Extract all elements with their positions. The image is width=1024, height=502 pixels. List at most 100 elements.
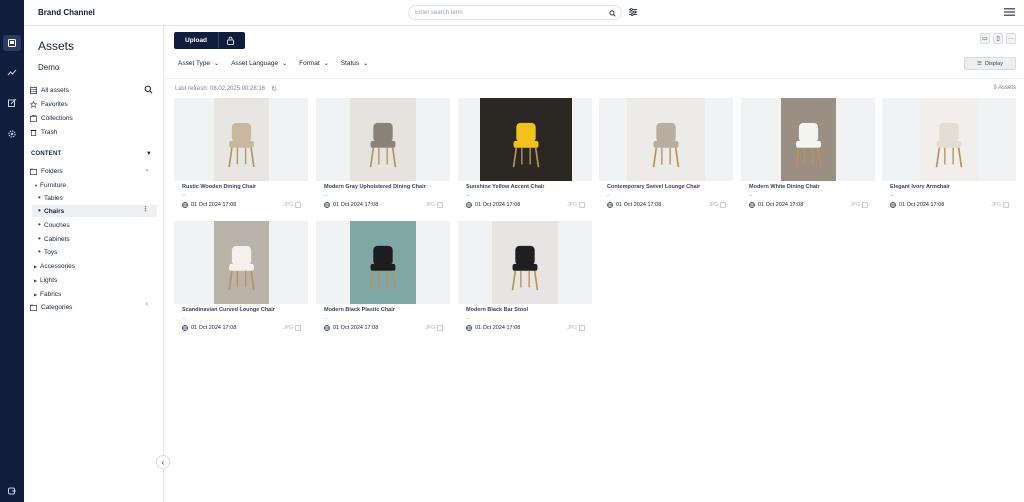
asset-count: 9 Assets — [993, 85, 1016, 91]
filter-settings-icon[interactable] — [628, 7, 640, 19]
asset-card[interactable]: Rustic Wooden Dining Chair -- 01 Oct 2024 … — [174, 98, 308, 209]
asset-thumbnail[interactable] — [882, 98, 1016, 181]
refresh-icon[interactable]: ↻ — [271, 85, 277, 93]
asset-card[interactable]: Contemporary Swivel Lounge Chair -- 01 Oct… — [599, 98, 733, 209]
asset-title[interactable]: Modern Black Bar Stool — [466, 307, 592, 313]
nav-favorites[interactable]: Favorites — [30, 98, 158, 110]
preview-icon[interactable] — [579, 325, 585, 331]
asset-title[interactable]: Scandinavian Curved Lounge Chair — [182, 307, 308, 313]
tree-couches[interactable]: • Couches — [38, 219, 158, 231]
analytics-icon[interactable] — [6, 67, 18, 79]
move-folder-button[interactable]: ▭ — [980, 33, 990, 44]
filter-status[interactable]: Status ⌄ — [341, 60, 368, 67]
asset-card[interactable]: Modern Gray Upholstered Dining Chair -- 01… — [316, 98, 450, 209]
tree-folders[interactable]: Folders ⌄ — [30, 165, 158, 177]
asset-image — [781, 98, 836, 181]
more-actions-button[interactable]: ··· — [1006, 33, 1016, 44]
asset-thumbnail[interactable] — [458, 221, 592, 304]
asset-card[interactable]: Sunshine Yellow Accent Chair -- 01 Oct 202… — [458, 98, 592, 209]
preview-icon[interactable] — [579, 202, 585, 208]
search-input[interactable] — [415, 7, 605, 18]
asset-title[interactable]: Rustic Wooden Dining Chair — [182, 184, 308, 190]
asset-format: JPG — [425, 325, 435, 331]
filter-format[interactable]: Format ⌄ — [299, 60, 329, 67]
edit-icon[interactable] — [6, 97, 18, 109]
tree-cabinets[interactable]: • Cabinets — [38, 233, 158, 245]
tree-furniture[interactable]: ▼ Furniture — [34, 179, 158, 191]
assets-nav-icon[interactable] — [3, 35, 21, 51]
chair-icon — [228, 123, 255, 168]
search-icon[interactable] — [607, 8, 617, 18]
preview-icon[interactable] — [437, 202, 443, 208]
preview-icon[interactable] — [1003, 202, 1009, 208]
asset-title[interactable]: Sunshine Yellow Accent Chair — [466, 184, 592, 190]
content-section-header[interactable]: CONTENT ▼ — [31, 151, 156, 161]
asset-thumbnail[interactable] — [316, 98, 450, 181]
folder-icon — [30, 304, 37, 311]
tree-label: Tables — [44, 194, 63, 202]
more-options-icon[interactable]: ⋮ — [142, 205, 149, 213]
filter-asset-language[interactable]: Asset Language ⌄ — [231, 60, 287, 67]
tree-fabrics[interactable]: ▶ Fabrics — [34, 288, 158, 300]
preview-icon[interactable] — [437, 325, 443, 331]
asset-thumbnail[interactable] — [316, 221, 450, 304]
tree-label: Folders — [41, 167, 63, 175]
display-label: Display — [984, 60, 1003, 67]
asset-thumbnail[interactable] — [174, 221, 308, 304]
display-button[interactable]: ☰ Display — [964, 57, 1016, 70]
asset-title[interactable]: Modern Gray Upholstered Dining Chair — [324, 184, 450, 190]
nav-label: Trash — [41, 128, 58, 136]
preview-icon[interactable] — [720, 202, 726, 208]
globe-icon — [607, 202, 613, 208]
asset-thumbnail[interactable] — [599, 98, 733, 181]
asset-meta: 01 Oct 2024 17:08 — [182, 202, 236, 208]
nav-collections[interactable]: Collections — [30, 112, 158, 124]
list-settings-icon: ☰ — [977, 60, 982, 67]
tree-toys[interactable]: • Toys — [38, 246, 158, 258]
tree-chairs[interactable]: • Chairs ⋮ — [32, 205, 157, 217]
logout-icon[interactable] — [6, 485, 18, 497]
asset-thumbnail[interactable] — [458, 98, 592, 181]
asset-thumbnail[interactable] — [741, 98, 875, 181]
asset-title[interactable]: Modern White Dining Chair — [749, 184, 875, 190]
hamburger-menu-icon[interactable] — [1004, 7, 1016, 18]
asset-thumbnail[interactable] — [174, 98, 308, 181]
tree-lights[interactable]: ▶ Lights — [34, 274, 158, 286]
asset-title[interactable]: Elegant Ivory Armchair — [890, 184, 1016, 190]
asset-meta: 01 Oct 2024 17:08 — [607, 202, 661, 208]
tree-categories[interactable]: Categories › — [30, 301, 158, 313]
asset-meta: 01 Oct 2024 17:08 — [890, 202, 944, 208]
asset-title[interactable]: Contemporary Swivel Lounge Chair — [607, 184, 733, 190]
chevron-down-icon: ⌄ — [323, 61, 329, 67]
globe-icon — [466, 202, 472, 208]
asset-format: JPG — [850, 202, 860, 208]
asset-card[interactable]: Scandinavian Curved Lounge Chair -- 01 Oct… — [174, 221, 308, 332]
chair-icon — [512, 122, 540, 168]
upload-button[interactable]: Upload — [174, 32, 245, 49]
asset-card[interactable]: Elegant Ivory Armchair -- 01 Oct 2024 17:0… — [882, 98, 1016, 209]
settings-icon[interactable] — [6, 128, 18, 140]
nav-all-assets[interactable]: All assets — [30, 84, 158, 96]
asset-description: -- — [607, 193, 611, 199]
tree-accessories[interactable]: ▶ Accessories — [34, 260, 158, 272]
tree-label: Toys — [44, 248, 58, 256]
nav-trash[interactable]: Trash — [30, 126, 158, 138]
star-icon — [30, 100, 37, 108]
folder-icon — [30, 114, 37, 122]
chevron-down-icon: ⌄ — [144, 166, 150, 173]
preview-icon[interactable] — [862, 202, 868, 208]
asset-card[interactable]: Modern White Dining Chair -- 01 Oct 2024 1… — [741, 98, 875, 209]
tree-label: Accessories — [40, 262, 76, 270]
delete-button[interactable]: ▯ — [993, 33, 1003, 44]
asset-card[interactable]: Modern Black Bar Stool -- 01 Oct 2024 17:0… — [458, 221, 592, 332]
filter-asset-type[interactable]: Asset Type ⌄ — [178, 60, 219, 67]
preview-icon[interactable] — [295, 325, 301, 331]
preview-icon[interactable] — [295, 202, 301, 208]
tree-tables[interactable]: • Tables — [38, 192, 158, 204]
chair-icon — [369, 122, 397, 168]
trash-icon: ▯ — [996, 36, 1000, 42]
asset-card[interactable]: Modern Black Plastic Chair -- 01 Oct 2024 … — [316, 221, 450, 332]
asset-title[interactable]: Modern Black Plastic Chair — [324, 307, 450, 313]
asset-image — [350, 221, 416, 304]
lock-icon[interactable] — [226, 36, 235, 45]
